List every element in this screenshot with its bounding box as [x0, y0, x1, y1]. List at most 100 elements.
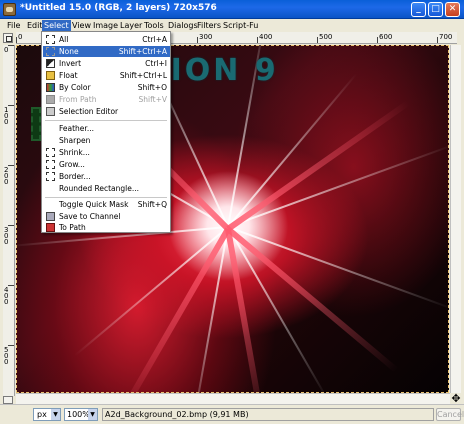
- title-bar: *Untitled 15.0 (RGB, 2 layers) 720x576 _…: [0, 0, 464, 19]
- ruler-label: 600: [379, 33, 393, 41]
- menu-layer[interactable]: Layer: [118, 20, 144, 31]
- to-path-icon: [46, 223, 55, 232]
- selection-editor-icon: [46, 107, 55, 116]
- menu-item-label: Shrink...: [59, 148, 90, 157]
- menu-item-selection-editor[interactable]: Selection Editor: [43, 106, 170, 117]
- ruler-label: 700: [439, 33, 453, 41]
- maximize-button[interactable]: □: [428, 2, 443, 17]
- zoom-select[interactable]: 100% ▼: [64, 408, 98, 421]
- menu-item-label: To Path: [59, 223, 86, 232]
- minimize-button[interactable]: _: [411, 2, 426, 17]
- menu-item-label: None: [59, 47, 79, 56]
- menu-item-label: Invert: [59, 59, 82, 68]
- light-ray: [74, 226, 229, 357]
- ruler-tick: [317, 37, 318, 43]
- ruler-label: 400: [4, 286, 9, 306]
- ruler-label: 0: [18, 33, 23, 41]
- ruler-tick: [8, 225, 14, 226]
- menu-item-shortcut: Shift+Ctrl+L: [119, 71, 167, 80]
- ruler-tick: [377, 37, 378, 43]
- status-message: A2d_Background_02.bmp (9,91 MB): [102, 408, 434, 421]
- shrink-icon: [46, 148, 55, 157]
- ruler-tick: [257, 37, 258, 43]
- by-color-icon: [46, 83, 55, 92]
- invert-icon: [46, 59, 55, 68]
- ruler-label: 500: [4, 346, 9, 366]
- menu-item-label: Border...: [59, 172, 91, 181]
- ruler-tick: [8, 285, 14, 286]
- menu-file[interactable]: File: [5, 20, 22, 31]
- menu-filters[interactable]: Filters: [195, 20, 223, 31]
- zoom-value: 100%: [67, 410, 90, 419]
- menu-item-shortcut: Shift+O: [137, 83, 167, 92]
- menu-item-save-to-channel[interactable]: Save to Channel: [43, 211, 170, 222]
- ruler-label: 100: [4, 106, 9, 126]
- menu-image[interactable]: Image: [91, 20, 120, 31]
- menu-separator: [45, 120, 167, 121]
- menu-item-label: Sharpen: [59, 136, 91, 145]
- menu-item-label: Selection Editor: [59, 107, 119, 116]
- menu-item-all[interactable]: All Ctrl+A: [43, 34, 170, 45]
- ruler-tick: [16, 37, 17, 43]
- quick-mask-corner-button[interactable]: [3, 33, 13, 43]
- close-button[interactable]: ✕: [445, 2, 460, 17]
- menu-item-shrink[interactable]: Shrink...: [43, 147, 170, 158]
- menu-item-shortcut: Ctrl+A: [142, 35, 167, 44]
- menu-tools[interactable]: Tools: [142, 20, 166, 31]
- ruler-label: 200: [4, 166, 9, 186]
- ruler-tick: [8, 45, 14, 46]
- menu-item-label: From Path: [59, 95, 97, 104]
- horizontal-scrollbar[interactable]: [16, 393, 450, 404]
- vertical-scrollbar[interactable]: [450, 45, 461, 393]
- ruler-label: 300: [199, 33, 213, 41]
- select-menu-dropdown: All Ctrl+A None Shift+Ctrl+A Invert Ctrl…: [41, 31, 171, 233]
- menu-item-label: Save to Channel: [59, 212, 121, 221]
- menu-item-invert[interactable]: Invert Ctrl+I: [43, 58, 170, 69]
- unit-select[interactable]: px ▼: [33, 408, 61, 421]
- menu-item-shortcut: Shift+Q: [137, 200, 167, 209]
- ruler-label: 300: [4, 226, 9, 246]
- ruler-label: 0: [4, 46, 9, 54]
- menu-item-toggle-quick-mask[interactable]: Toggle Quick Mask Shift+Q: [43, 199, 170, 210]
- menu-item-none[interactable]: None Shift+Ctrl+A: [43, 46, 170, 57]
- menu-item-shortcut: Shift+Ctrl+A: [118, 47, 167, 56]
- selection-marquee: [31, 107, 41, 141]
- gimp-app-icon: [3, 3, 16, 16]
- ruler-tick: [8, 105, 14, 106]
- menu-select[interactable]: Select: [42, 20, 71, 31]
- ruler-tick: [197, 37, 198, 43]
- border-icon: [46, 172, 55, 181]
- ruler-tick: [8, 345, 14, 346]
- menu-item-feather[interactable]: Feather...: [43, 123, 170, 134]
- menu-item-sharpen[interactable]: Sharpen: [43, 135, 170, 146]
- menu-script-fu[interactable]: Script-Fu: [221, 20, 260, 31]
- menu-item-label: Rounded Rectangle...: [59, 184, 140, 193]
- menu-item-border[interactable]: Border...: [43, 171, 170, 182]
- unit-value: px: [37, 410, 47, 419]
- ruler-tick: [8, 165, 14, 166]
- menu-item-label: All: [59, 35, 69, 44]
- quick-mask-toggle[interactable]: [3, 396, 13, 404]
- cancel-button[interactable]: Cancel: [436, 408, 464, 421]
- light-ray: [227, 226, 449, 310]
- navigate-icon[interactable]: ✥: [450, 393, 462, 404]
- vertical-ruler: 0 100 200 300 400 500: [3, 45, 15, 396]
- chevron-down-icon: ▼: [51, 409, 60, 420]
- menu-view[interactable]: View: [70, 20, 93, 31]
- menu-item-shortcut: Ctrl+I: [145, 59, 167, 68]
- menu-item-label: Float: [59, 71, 78, 80]
- grow-icon: [46, 160, 55, 169]
- menu-item-label: Toggle Quick Mask: [59, 200, 129, 209]
- menu-item-by-color[interactable]: By Color Shift+O: [43, 82, 170, 93]
- chevron-down-icon: ▼: [88, 409, 97, 420]
- menu-item-label: Feather...: [59, 124, 94, 133]
- ruler-label: 500: [319, 33, 333, 41]
- from-path-icon: [46, 95, 55, 104]
- menu-item-grow[interactable]: Grow...: [43, 159, 170, 170]
- menu-item-rounded-rectangle[interactable]: Rounded Rectangle...: [43, 183, 170, 194]
- status-bar: px ▼ 100% ▼ A2d_Background_02.bmp (9,91 …: [0, 404, 464, 424]
- menu-item-to-path[interactable]: To Path: [43, 222, 170, 233]
- ruler-label: 400: [259, 33, 273, 41]
- menu-item-float[interactable]: Float Shift+Ctrl+L: [43, 70, 170, 81]
- menu-separator: [45, 197, 167, 198]
